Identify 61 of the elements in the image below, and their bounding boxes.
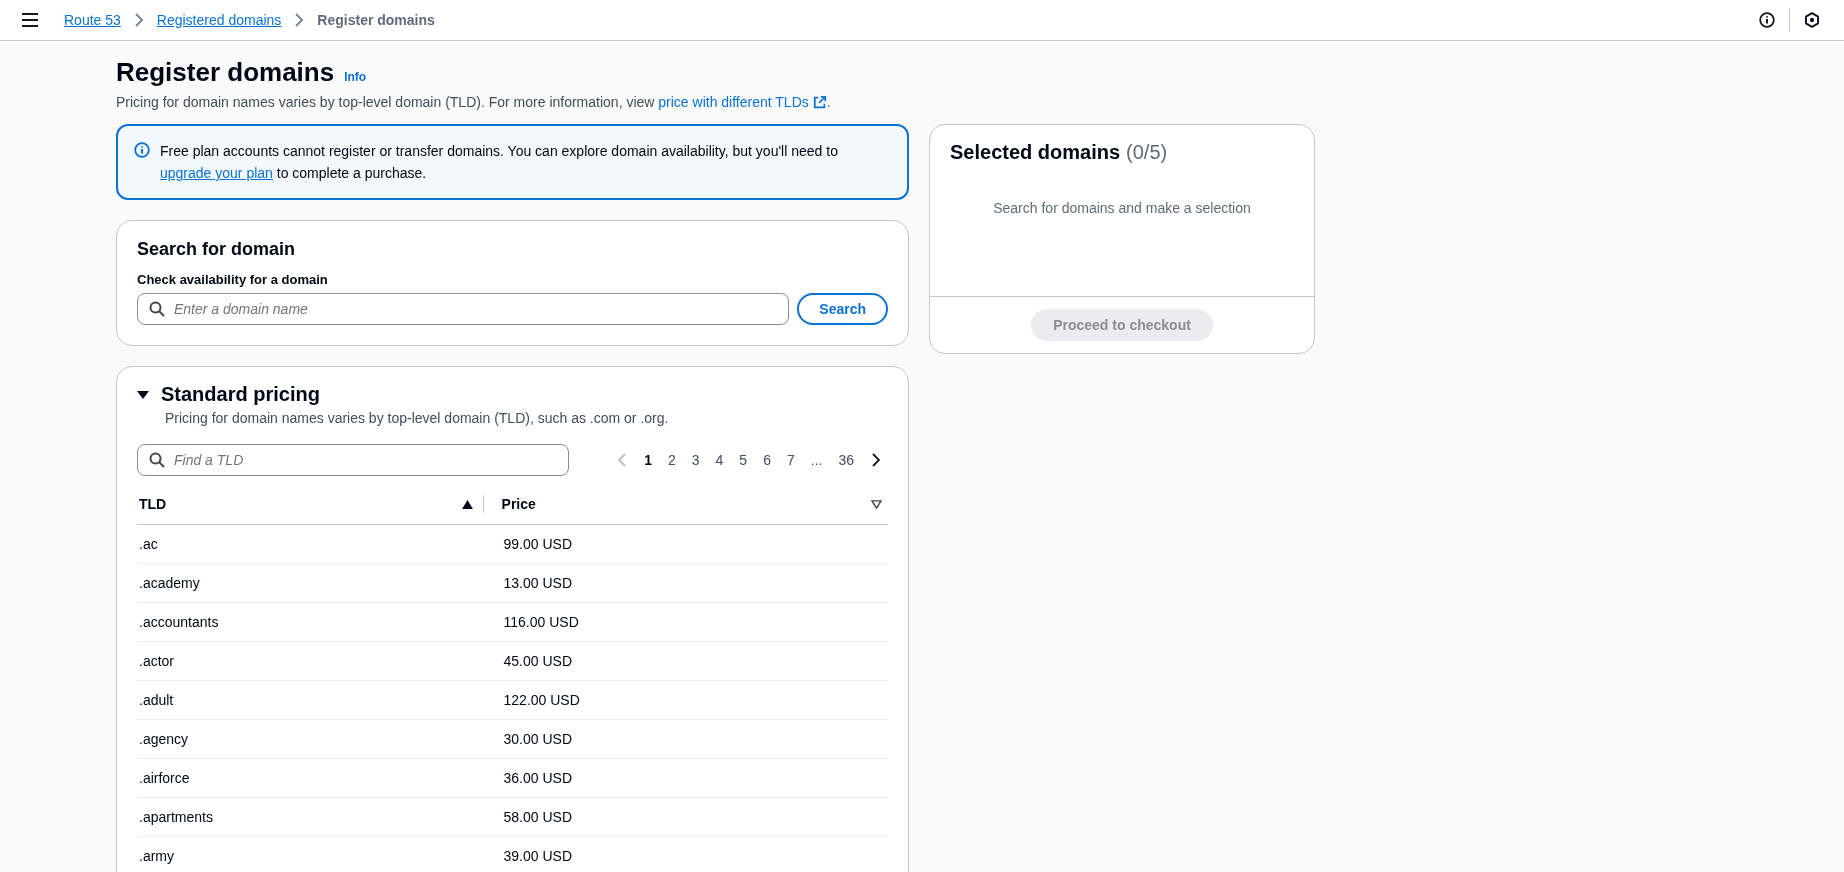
price-cell: 45.00 USD: [485, 641, 888, 681]
price-cell: 39.00 USD: [485, 836, 888, 872]
field-label: Check availability for a domain: [137, 272, 329, 287]
search-icon: [149, 452, 165, 468]
next-page-icon[interactable]: [872, 453, 880, 467]
alert-message: Free plan accounts cannot register or transfer domains. You can explore domain availability, but you'll need to upgrade your plan to complete a purchase.: [160, 142, 839, 183]
page-button[interactable]: 7: [780, 452, 801, 468]
tld-cell: .airforce: [137, 758, 486, 798]
tld-cell: .army: [137, 836, 486, 872]
chevron-right-icon: [295, 13, 304, 27]
sort-ascending-icon[interactable]: [461, 499, 473, 509]
search-button[interactable]: Search: [797, 293, 888, 325]
domain-search-field[interactable]: Enter a domain name: [137, 293, 790, 325]
page-button[interactable]: 2: [661, 452, 682, 468]
tld-cell: .academy: [137, 563, 486, 603]
card-title: Selected domains: [950, 141, 1121, 164]
tld-price-link[interactable]: price with different TLDs: [658, 94, 827, 110]
page-button[interactable]: 6: [757, 452, 777, 468]
page-button[interactable]: 4: [709, 452, 730, 468]
column-header[interactable]: Price: [501, 496, 861, 512]
column-header[interactable]: TLD: [139, 496, 452, 512]
breadcrumb-link[interactable]: Route 53: [64, 12, 121, 28]
page-button[interactable]: 36: [832, 452, 860, 468]
page-button[interactable]: ...: [804, 452, 829, 468]
breadcrumb-current: Register domains: [317, 12, 435, 28]
page-button[interactable]: 1: [638, 452, 658, 468]
price-cell: 122.00 USD: [485, 680, 888, 720]
section-title: Standard pricing: [161, 383, 320, 406]
page-title: Register domains: [116, 57, 335, 88]
hexagon-icon[interactable]: [1804, 12, 1820, 28]
chevron-right-icon: [134, 13, 143, 27]
tld-filter-field[interactable]: Find a TLD: [137, 444, 569, 476]
section-description: Pricing for domain names varies by top-level domain (TLD), such as .com or .org.: [165, 410, 670, 426]
page-button[interactable]: 3: [685, 452, 706, 468]
price-cell: 13.00 USD: [485, 563, 888, 603]
selection-count: (0/5): [1126, 141, 1168, 164]
tld-cell: .agency: [137, 719, 486, 759]
tld-cell: .apartments: [137, 797, 486, 837]
upgrade-plan-link[interactable]: upgrade your plan: [160, 165, 273, 181]
info-icon: [134, 142, 150, 158]
empty-message: Search for domains and make a selection: [992, 200, 1252, 218]
sort-icon[interactable]: [871, 499, 882, 509]
tld-cell: .actor: [137, 641, 486, 681]
price-cell: 99.00 USD: [485, 524, 888, 564]
breadcrumb-link[interactable]: Registered domains: [156, 12, 282, 28]
card-title: Search for domain: [137, 239, 297, 260]
tld-cell: .ac: [137, 524, 486, 564]
tld-cell: .adult: [137, 680, 486, 720]
price-cell: 116.00 USD: [485, 602, 888, 642]
external-link-icon: [812, 95, 827, 109]
menu-icon[interactable]: [22, 13, 38, 27]
search-icon: [149, 301, 165, 317]
price-cell: 58.00 USD: [485, 797, 888, 837]
price-cell: 36.00 USD: [485, 758, 888, 798]
price-cell: 30.00 USD: [485, 719, 888, 759]
tld-cell: .accountants: [137, 602, 486, 642]
info-link[interactable]: Info: [344, 70, 367, 84]
info-icon[interactable]: [1759, 12, 1775, 28]
expand-toggle-icon[interactable]: [137, 388, 149, 401]
page-button[interactable]: 5: [733, 452, 754, 468]
page-description: Pricing for domain names varies by top-level domain (TLD). For more information, view price with different TLDs .: [116, 94, 832, 110]
